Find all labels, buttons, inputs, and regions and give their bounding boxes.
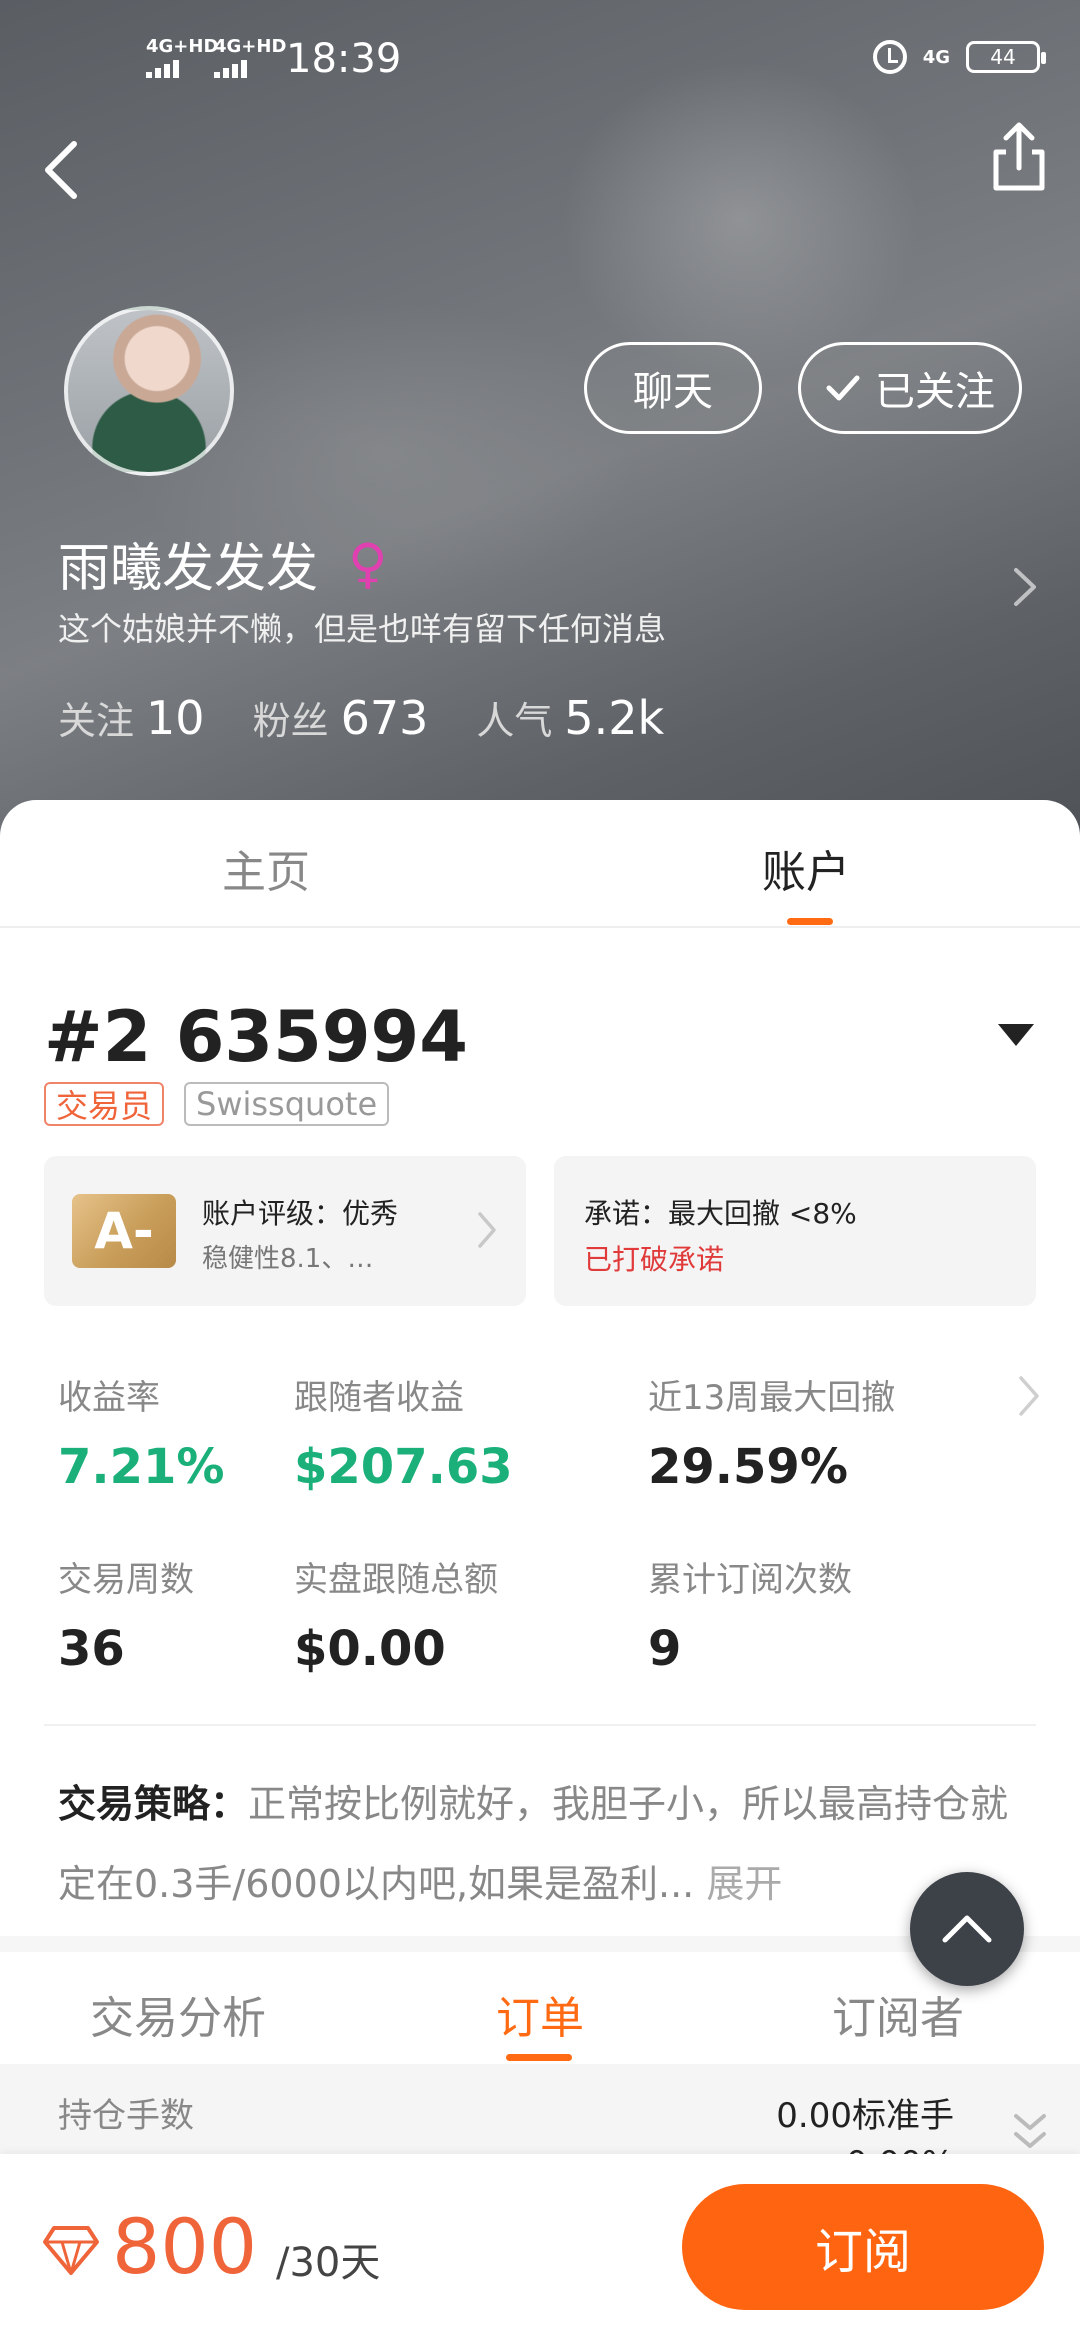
metric-label: 收益率 bbox=[58, 1378, 160, 1418]
strategy-text: 交易策略：正常按比例就好，我胆子小，所以最高持仓就定在0.3手/6000以内吧,… bbox=[58, 1764, 1038, 1924]
summary-label: 持仓手数 bbox=[58, 2096, 194, 2136]
metric-value: 29.59% bbox=[648, 1439, 848, 1495]
profile-detail-chevron[interactable] bbox=[1010, 562, 1040, 612]
stat-followers[interactable]: 粉丝 673 bbox=[253, 690, 429, 745]
metric-return-rate: 收益率 7.21% bbox=[58, 1370, 225, 1495]
subscribe-bar: 800 /30天 订阅 bbox=[0, 2154, 1080, 2340]
tab-account[interactable]: 账户 bbox=[762, 836, 850, 900]
rating-card[interactable]: A- 账户评级：优秀 稳健性8.1、… bbox=[44, 1156, 526, 1306]
top-tabs: 主页 账户 bbox=[0, 800, 1080, 928]
account-dropdown-icon[interactable] bbox=[998, 1024, 1034, 1046]
chevron-right-icon bbox=[478, 1212, 496, 1248]
tab-home[interactable]: 主页 bbox=[222, 836, 310, 900]
stat-following[interactable]: 关注 10 bbox=[58, 690, 205, 745]
network-icon: 4G bbox=[922, 46, 950, 68]
divider bbox=[44, 1724, 1036, 1726]
summary-row: 持仓亏损比例 0.00% bbox=[58, 2144, 954, 2154]
metric-follower-profit: 跟随者收益 $207.63 bbox=[294, 1370, 513, 1495]
metric-max-drawdown: 近13周最大回撤 29.59% bbox=[648, 1370, 895, 1495]
rating-title: 账户评级：优秀 bbox=[202, 1197, 399, 1230]
status-bar: 4G+HD 4G+HD 18:39 4G 44 bbox=[0, 0, 1080, 120]
stat-value: 10 bbox=[146, 691, 205, 745]
battery-level: 44 bbox=[990, 45, 1016, 69]
metrics-chevron-icon[interactable] bbox=[1016, 1372, 1042, 1420]
check-icon bbox=[826, 375, 860, 401]
tab-active-indicator bbox=[506, 2054, 572, 2061]
female-icon: ♀ bbox=[348, 531, 388, 595]
subscription-price: 800 bbox=[112, 2202, 258, 2291]
back-button[interactable] bbox=[34, 130, 94, 210]
stat-value: 673 bbox=[340, 691, 429, 745]
order-summary: 持仓手数 0.00标准手 持仓亏损比例 0.00% bbox=[0, 2064, 1080, 2154]
subscribe-button-label: 订阅 bbox=[814, 2224, 911, 2280]
summary-value: 0.00标准手 bbox=[776, 2096, 954, 2136]
metric-value: 9 bbox=[648, 1621, 682, 1677]
metric-label: 实盘跟随总额 bbox=[294, 1560, 498, 1600]
summary-value: 0.00% bbox=[846, 2144, 954, 2154]
chevron-up-icon bbox=[942, 1915, 992, 1943]
tab-subscribers[interactable]: 订阅者 bbox=[832, 1982, 964, 2046]
strategy-expand-link[interactable]: 展开 bbox=[706, 1862, 782, 1906]
promise-card[interactable]: 承诺：最大回撤 <8% 已打破承诺 bbox=[554, 1156, 1036, 1306]
strategy-label: 交易策略： bbox=[58, 1782, 249, 1826]
user-name-row: 雨曦发发发 ♀ bbox=[58, 526, 388, 601]
chevron-right-icon bbox=[1014, 568, 1036, 606]
share-button[interactable] bbox=[984, 116, 1054, 196]
stat-label: 关注 bbox=[58, 699, 135, 743]
chat-button[interactable]: 聊天 bbox=[584, 342, 762, 434]
expand-down-icon[interactable] bbox=[1010, 2108, 1050, 2156]
stat-value: 5.2k bbox=[564, 691, 665, 745]
account-id: #2 635994 bbox=[44, 996, 468, 1078]
metric-label: 近13周最大回撤 bbox=[648, 1378, 896, 1418]
rating-subtitle: 稳健性8.1、… bbox=[202, 1244, 374, 1274]
metric-label: 累计订阅次数 bbox=[648, 1560, 852, 1600]
subscription-period: /30天 bbox=[276, 2240, 381, 2286]
user-name: 雨曦发发发 bbox=[58, 539, 319, 599]
battery-icon: 44 bbox=[966, 41, 1046, 73]
diamond-icon bbox=[43, 2226, 99, 2275]
back-icon bbox=[45, 141, 77, 199]
follow-button-label: 已关注 bbox=[875, 369, 995, 415]
metric-follow-total: 实盘跟随总额 $0.00 bbox=[294, 1552, 498, 1677]
stat-label: 粉丝 bbox=[252, 699, 329, 743]
tab-active-indicator bbox=[787, 918, 833, 925]
metric-trade-weeks: 交易周数 36 bbox=[58, 1552, 194, 1677]
metric-subscription-count: 累计订阅次数 9 bbox=[648, 1552, 852, 1677]
chat-button-label: 聊天 bbox=[633, 369, 713, 415]
signal-icon-2: 4G+HD bbox=[214, 38, 286, 78]
user-bio: 这个姑娘并不懒，但是也咩有留下任何消息 bbox=[58, 610, 667, 648]
promise-title: 承诺：最大回撤 <8% bbox=[584, 1197, 857, 1230]
metric-label: 交易周数 bbox=[58, 1560, 194, 1600]
tab-trade-analysis[interactable]: 交易分析 bbox=[90, 1982, 266, 2046]
subscribe-button[interactable]: 订阅 bbox=[682, 2184, 1044, 2310]
metric-value: 36 bbox=[58, 1621, 125, 1677]
promise-status: 已打破承诺 bbox=[584, 1243, 725, 1276]
stat-popularity: 人气 5.2k bbox=[476, 690, 664, 745]
avatar[interactable] bbox=[64, 306, 234, 476]
share-icon bbox=[993, 122, 1045, 191]
analysis-tabs: 交易分析 订单 订阅者 bbox=[0, 1952, 1080, 2064]
signal-icon-1: 4G+HD bbox=[146, 38, 218, 78]
alarm-icon bbox=[872, 40, 907, 74]
grade-badge: A- bbox=[72, 1194, 176, 1268]
tab-orders[interactable]: 订单 bbox=[496, 1982, 584, 2046]
metric-label: 跟随者收益 bbox=[294, 1378, 464, 1418]
summary-label: 持仓亏损比例 bbox=[58, 2144, 262, 2154]
follow-button[interactable]: 已关注 bbox=[798, 342, 1022, 434]
stat-label: 人气 bbox=[476, 699, 553, 743]
summary-row: 持仓手数 0.00标准手 bbox=[58, 2088, 954, 2137]
scroll-to-top-button[interactable] bbox=[910, 1872, 1024, 1986]
broker-tag: Swissquote bbox=[184, 1082, 390, 1126]
metric-value: $207.63 bbox=[294, 1439, 513, 1495]
user-stats: 关注 10 粉丝 673 人气 5.2k bbox=[58, 690, 664, 745]
status-time: 18:39 bbox=[286, 36, 402, 82]
metric-value: $0.00 bbox=[294, 1621, 446, 1677]
role-tag: 交易员 bbox=[44, 1082, 165, 1126]
metric-value: 7.21% bbox=[58, 1439, 225, 1495]
